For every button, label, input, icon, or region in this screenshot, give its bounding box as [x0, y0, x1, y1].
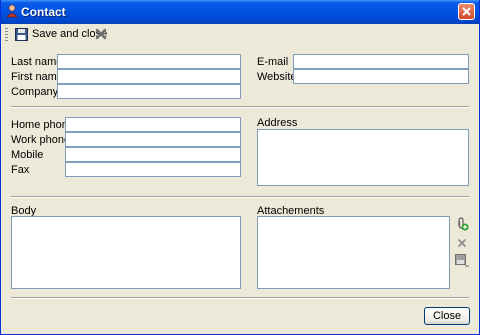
body-textarea[interactable] [11, 216, 241, 289]
save-attachment-button[interactable] [455, 254, 469, 268]
company-label: Company [11, 86, 59, 98]
window-title: Contact [21, 5, 66, 19]
title-bar[interactable]: Contact [1, 0, 479, 24]
save-and-close-button[interactable]: Save and close [15, 26, 107, 42]
mobile-label: Mobile [11, 149, 44, 161]
work-phone-label: Work phone [11, 134, 71, 146]
address-label: Address [257, 117, 298, 129]
email-input[interactable] [293, 54, 469, 69]
cancel-button[interactable] [95, 28, 107, 40]
add-attachment-button[interactable] [455, 217, 469, 231]
attachments-list[interactable] [257, 216, 450, 289]
separator-footer [11, 297, 469, 299]
work-phone-input[interactable] [65, 132, 241, 147]
fax-label: Fax [11, 164, 30, 176]
fax-input[interactable] [65, 162, 241, 177]
delete-x-icon [458, 239, 466, 247]
first-name-label: First name [11, 71, 63, 83]
email-label: E-mail [257, 56, 289, 68]
paperclip-add-icon [458, 217, 469, 231]
toolbar-grip[interactable] [5, 28, 8, 41]
last-name-input[interactable] [57, 54, 241, 69]
remove-attachment-button[interactable] [455, 236, 469, 250]
toolbar: Save and close [1, 24, 479, 44]
company-input[interactable] [57, 84, 241, 99]
last-name-label: Last name [11, 56, 63, 68]
save-attachment-icon [455, 254, 469, 267]
floppy-disk-icon [15, 27, 28, 41]
home-phone-input[interactable] [65, 117, 241, 132]
mobile-input[interactable] [65, 147, 241, 162]
contact-window: Contact Save and close Last name First n… [0, 0, 480, 335]
window-close-button[interactable] [458, 3, 475, 20]
close-button[interactable]: Close [424, 307, 470, 325]
contact-app-icon [6, 4, 18, 18]
separator-name-phone [11, 106, 469, 108]
first-name-input[interactable] [57, 69, 241, 84]
address-textarea[interactable] [257, 129, 469, 186]
cancel-x-icon [95, 28, 107, 40]
website-input[interactable] [293, 69, 469, 84]
website-label: Website [257, 71, 297, 83]
separator-phone-body [11, 196, 469, 198]
close-icon [462, 7, 471, 16]
